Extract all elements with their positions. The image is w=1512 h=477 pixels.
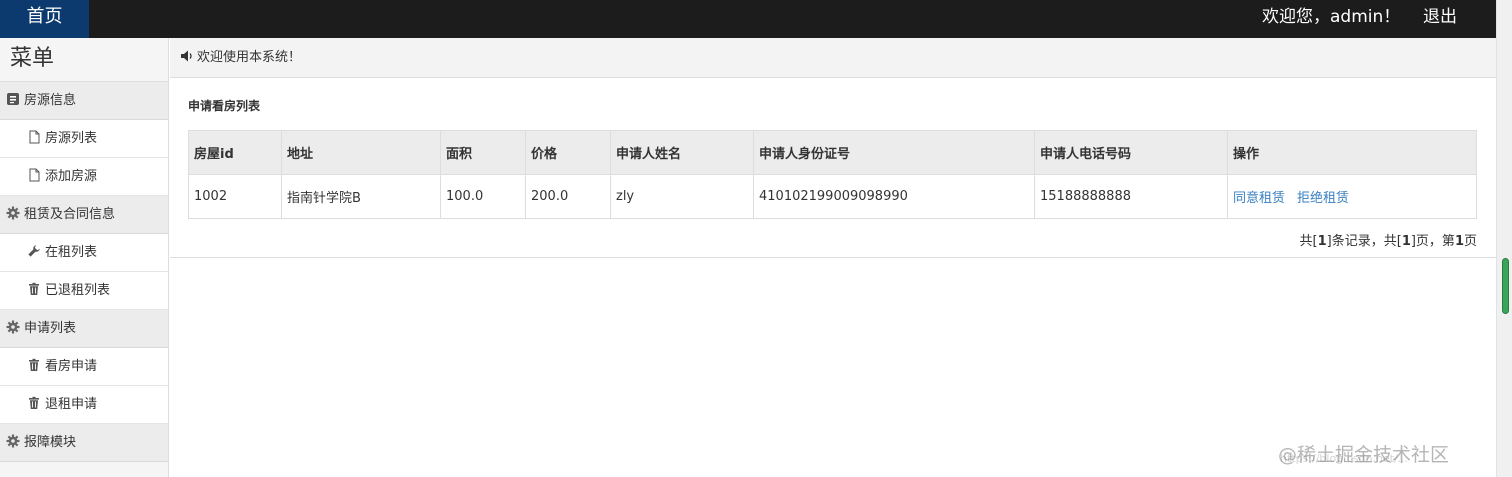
sidebar-group-label: 报障模块 (24, 435, 77, 450)
column-header: 操作 (1227, 130, 1477, 175)
menu-title: 菜单 (0, 38, 168, 82)
column-header: 申请人姓名 (610, 130, 754, 175)
sidebar-group-lease-contracts[interactable]: 租赁及合同信息 (0, 196, 168, 234)
viewing-requests-table: 房屋id 地址 面积 价格 申请人姓名 申请人身份证号 申请人电话号码 操作 1… (188, 130, 1477, 219)
page-title: 申请看房列表 (188, 99, 261, 113)
logout-link[interactable]: 退出 (1423, 0, 1457, 34)
column-header: 价格 (525, 130, 611, 175)
column-header: 申请人电话号码 (1034, 130, 1228, 175)
sidebar-group-listings[interactable]: 房源信息 (0, 82, 168, 120)
pager-total-pages: 1 (1401, 234, 1411, 249)
cell-address: 指南针学院B (281, 174, 441, 219)
sidebar-item-listing-list[interactable]: 房源列表 (0, 120, 168, 158)
pager-total-records: 1 (1317, 234, 1327, 249)
column-header: 地址 (281, 130, 441, 175)
vertical-scrollbar[interactable] (1496, 0, 1512, 477)
main-content: 申请看房列表 房屋id 地址 面积 价格 申请人姓名 申请人身份证号 申请人电话… (170, 78, 1496, 258)
sidebar-item-terminated-list[interactable]: 已退租列表 (0, 272, 168, 310)
sidebar-item-label: 添加房源 (45, 169, 98, 184)
cell-applicant-phone: 15188888888 (1034, 174, 1228, 219)
sidebar-group-label: 申请列表 (24, 321, 77, 336)
trash-icon (27, 396, 41, 410)
pagination-summary: 共[1]条记录，共[1]页，第1页 (1300, 230, 1477, 249)
welcome-text: 欢迎您，admin！ (1262, 7, 1401, 27)
cell-price: 200.0 (525, 174, 611, 219)
scrollbar-thumb[interactable] (1502, 258, 1509, 314)
sidebar: 菜单 房源信息 房源列表 添加房源 租赁及合同信息 在租列表 已退租列表 申请列… (0, 38, 169, 477)
sidebar-item-renting-list[interactable]: 在租列表 (0, 234, 168, 272)
sidebar-group-applications[interactable]: 申请列表 (0, 310, 168, 348)
cell-actions: 同意租赁 拒绝租赁 (1227, 174, 1477, 219)
agree-lease-link[interactable]: 同意租赁 (1233, 191, 1285, 206)
gear-icon (6, 434, 20, 448)
pager-text: ]页，第 (1410, 234, 1455, 249)
cell-house-id: 1002 (188, 174, 282, 219)
sidebar-item-label: 已退租列表 (45, 283, 111, 298)
sidebar-item-label: 在租列表 (45, 245, 98, 260)
sidebar-item-label: 退租申请 (45, 397, 98, 412)
column-header: 房屋id (188, 130, 282, 175)
list-box-icon (6, 92, 20, 106)
trash-icon (27, 358, 41, 372)
document-icon (27, 168, 41, 182)
speaker-icon (180, 49, 194, 63)
home-tab[interactable]: 首页 (0, 0, 89, 38)
notice-bar: 欢迎使用本系统！ (170, 38, 1496, 78)
pager-text: ]条记录，共[ (1326, 234, 1402, 249)
pager-current-page: 1 (1454, 234, 1464, 249)
sidebar-item-add-listing[interactable]: 添加房源 (0, 158, 168, 196)
sidebar-group-label: 房源信息 (24, 93, 77, 108)
gear-icon (6, 206, 20, 220)
cell-applicant-name: zly (610, 174, 754, 219)
document-icon (27, 130, 41, 144)
table-header-row: 房屋id 地址 面积 价格 申请人姓名 申请人身份证号 申请人电话号码 操作 (188, 130, 1477, 175)
notice-text: 欢迎使用本系统！ (197, 50, 302, 65)
pager-text: 共[ (1299, 234, 1318, 249)
column-header: 申请人身份证号 (753, 130, 1035, 175)
sidebar-group-fault-reports[interactable]: 报障模块 (0, 424, 168, 462)
sidebar-item-label: 看房申请 (45, 359, 98, 374)
pager-text: 页 (1463, 234, 1477, 249)
cell-applicant-id-card: 410102199009098990 (753, 174, 1035, 219)
top-navbar: 首页 欢迎您，admin！ 退出 (0, 0, 1496, 38)
wrench-icon (27, 244, 41, 258)
sidebar-item-label: 房源列表 (45, 131, 98, 146)
table-row: 1002 指南针学院B 100.0 200.0 zly 410102199009… (188, 174, 1477, 219)
column-header: 面积 (440, 130, 526, 175)
gear-icon (6, 320, 20, 334)
cell-area: 100.0 (440, 174, 526, 219)
sidebar-item-viewing-requests[interactable]: 看房申请 (0, 348, 168, 386)
watermark: @稀土掘金技术社区 (1278, 444, 1450, 466)
reject-lease-link[interactable]: 拒绝租赁 (1297, 191, 1349, 206)
sidebar-group-label: 租赁及合同信息 (24, 207, 116, 222)
sidebar-item-termination-requests[interactable]: 退租申请 (0, 386, 168, 424)
trash-icon (27, 282, 41, 296)
